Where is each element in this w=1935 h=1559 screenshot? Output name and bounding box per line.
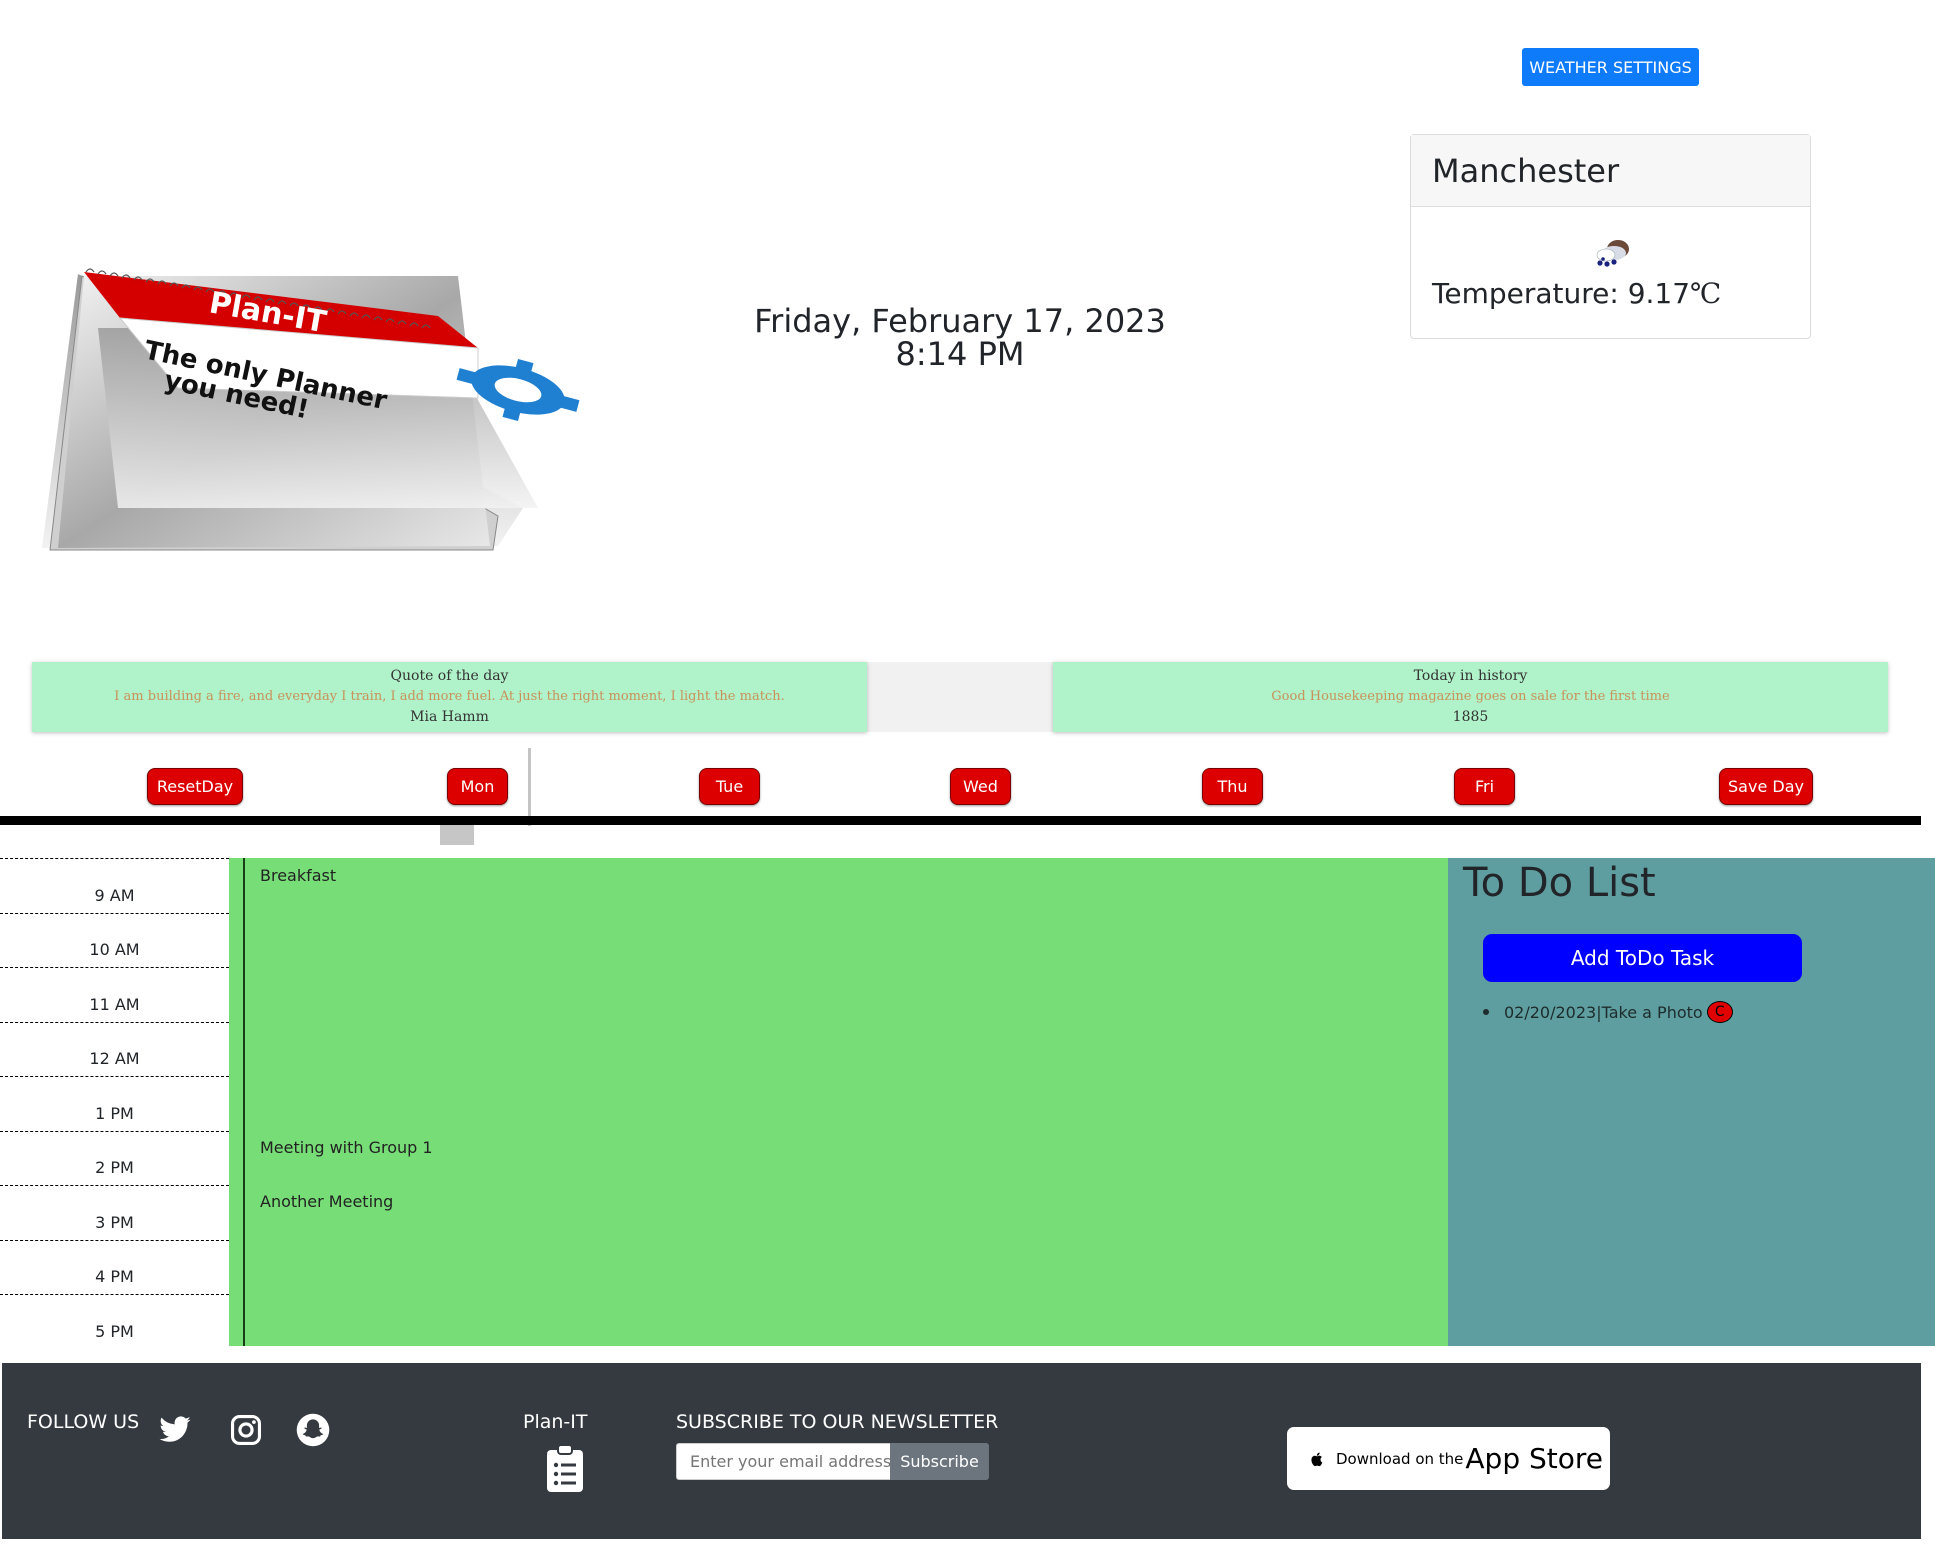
- weather-card-body: Temperature: 9.17℃: [1411, 207, 1810, 338]
- todo-title: To Do List: [1463, 860, 1656, 906]
- history-title: Today in history: [1413, 668, 1528, 684]
- hour-label: 12 AM: [0, 1021, 229, 1077]
- day-thu-button[interactable]: Thu: [1202, 768, 1263, 805]
- hour-label: 10 AM: [0, 912, 229, 968]
- app-store-button[interactable]: Download on the App Store: [1287, 1427, 1610, 1490]
- hour-label: 11 AM: [0, 967, 229, 1022]
- quote-of-the-day: Quote of the day I am building a fire, a…: [32, 662, 867, 732]
- weather-settings-button[interactable]: WEATHER SETTINGS: [1522, 48, 1699, 86]
- history-year: 1885: [1452, 709, 1489, 725]
- quote-text: I am building a fire, and everyday I tra…: [114, 689, 785, 704]
- event-another-meeting[interactable]: Another Meeting: [260, 1192, 393, 1211]
- week-separator: [528, 748, 531, 826]
- save-day-button[interactable]: Save Day: [1719, 768, 1813, 805]
- clipboard-list-icon: [547, 1444, 583, 1492]
- newsletter-title: SUBSCRIBE TO OUR NEWSLETTER: [676, 1411, 999, 1433]
- event-breakfast[interactable]: Breakfast: [260, 866, 336, 885]
- today-in-history: Today in history Good Housekeeping magaz…: [1053, 662, 1888, 732]
- todo-delete-button[interactable]: C: [1706, 1001, 1733, 1023]
- app-store-big-text: App Store: [1465, 1442, 1604, 1475]
- todo-panel: To Do List Add ToDo Task 02/20/2023|Take…: [1448, 858, 1935, 1346]
- current-datetime: Friday, February 17, 2023 8:14 PM: [754, 302, 1166, 373]
- apple-icon: [1311, 1452, 1323, 1466]
- plan-it-logo: Plan-IT The only Planner you need!: [42, 268, 580, 551]
- planner-divider: [243, 858, 245, 1346]
- day-fri-button[interactable]: Fri: [1454, 768, 1515, 805]
- hour-label: 1 PM: [0, 1076, 229, 1131]
- temperature-label: Temperature: 9.17: [1432, 277, 1691, 310]
- bullet-icon: [1483, 1009, 1489, 1015]
- day-bar-divider: [0, 816, 1921, 825]
- hour-label: 2 PM: [0, 1130, 229, 1186]
- footer: FOLLOW US Plan-IT SUBSCRIBE TO OUR NEWSL…: [2, 1363, 1921, 1539]
- scroll-tab[interactable]: [440, 825, 474, 845]
- event-meeting-group-1[interactable]: Meeting with Group 1: [260, 1138, 433, 1157]
- weather-card: Manchester Temperature: 9.17℃: [1410, 134, 1811, 339]
- temperature-unit: ℃: [1690, 277, 1722, 310]
- todo-item: 02/20/2023|Take a Photo C: [1483, 1001, 1733, 1023]
- hour-label: 3 PM: [0, 1185, 229, 1240]
- subscribe-button[interactable]: Subscribe: [890, 1443, 989, 1480]
- newsletter-email-input[interactable]: [676, 1443, 891, 1480]
- hour-label: 4 PM: [0, 1239, 229, 1295]
- hours-column: 9 AM 10 AM 11 AM 12 AM 1 PM 2 PM 3 PM 4 …: [0, 858, 229, 1349]
- snapchat-icon[interactable]: [296, 1413, 330, 1447]
- twitter-icon[interactable]: [158, 1413, 192, 1447]
- history-text: Good Housekeeping magazine goes on sale …: [1271, 689, 1670, 704]
- hour-label: 5 PM: [0, 1294, 229, 1349]
- day-mon-button[interactable]: Mon: [447, 768, 508, 805]
- day-wed-button[interactable]: Wed: [950, 768, 1011, 805]
- quote-title: Quote of the day: [390, 668, 509, 684]
- rain-cloud-icon: [1596, 240, 1629, 267]
- app-store-small-text: Download on the: [1336, 1449, 1464, 1468]
- hour-label: 9 AM: [0, 858, 229, 913]
- add-todo-button[interactable]: Add ToDo Task: [1483, 934, 1802, 982]
- reset-day-button[interactable]: ResetDay: [147, 768, 243, 805]
- follow-us-label: FOLLOW US: [27, 1411, 140, 1433]
- planner-area[interactable]: Breakfast Meeting with Group 1 Another M…: [229, 858, 1448, 1346]
- day-tue-button[interactable]: Tue: [699, 768, 760, 805]
- todo-item-text: 02/20/2023|Take a Photo: [1504, 1002, 1703, 1022]
- temperature-text: Temperature: 9.17℃: [1432, 277, 1721, 310]
- instagram-icon[interactable]: [229, 1413, 263, 1447]
- quote-author: Mia Hamm: [410, 709, 489, 725]
- footer-brand: Plan-IT: [523, 1411, 588, 1433]
- weather-city: Manchester: [1411, 135, 1810, 207]
